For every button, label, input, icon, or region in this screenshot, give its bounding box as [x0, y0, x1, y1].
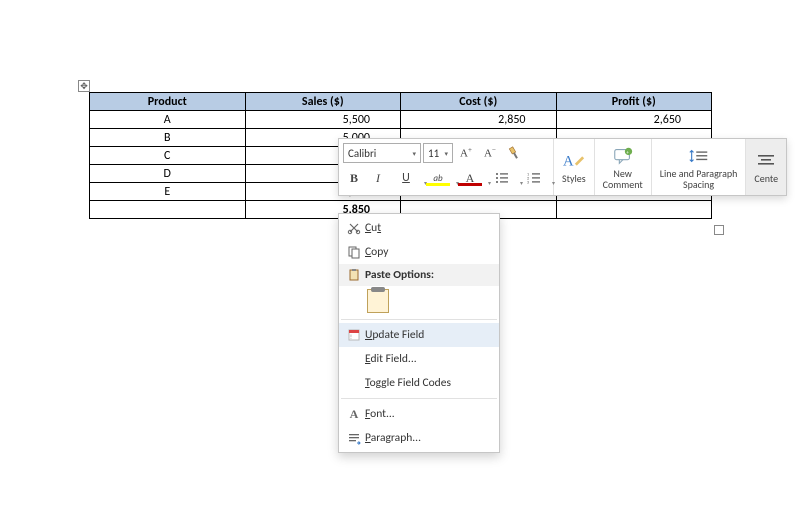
table-resize-handle[interactable] [714, 225, 724, 235]
cell-empty[interactable] [90, 201, 246, 219]
col-header-cost[interactable]: Cost ($) [401, 93, 557, 111]
context-menu: Cut Cut Copy Copy Paste Options: ! Updat… [338, 213, 500, 453]
update-field-icon: ! [343, 326, 365, 344]
line-spacing-icon [688, 145, 710, 167]
cell-product[interactable]: A [90, 111, 246, 129]
numbering-icon: 123 [527, 172, 541, 184]
underline-icon: U [402, 171, 410, 185]
paste-keep-source-button[interactable] [367, 289, 389, 313]
menu-paste-options-header: Paste Options: [339, 264, 499, 286]
cell-empty[interactable] [556, 201, 712, 219]
menu-separator [341, 398, 497, 399]
mini-toolbar-main: Calibri ▾ 11 ▾ A+ A− B I U [339, 139, 554, 195]
font-color-swatch [458, 183, 482, 186]
decrease-font-icon: A− [484, 146, 496, 160]
new-comment-icon: + [612, 145, 634, 167]
col-header-sales[interactable]: Sales ($) [245, 93, 401, 111]
numbering-button[interactable]: 123 ▾ [519, 167, 549, 189]
menu-toggle-field-codes[interactable]: Toggle Field Codes Toggle Field Codes [339, 371, 499, 395]
menu-label: Paste Options: [365, 268, 434, 282]
bullets-icon [495, 172, 509, 184]
bullets-button[interactable]: ▾ [487, 167, 517, 189]
table-move-handle[interactable] [78, 80, 90, 92]
blank-icon [343, 374, 365, 392]
menu-font[interactable]: A Font... Font... [339, 402, 499, 426]
format-painter-icon [504, 143, 523, 162]
col-header-product[interactable]: Product [90, 93, 246, 111]
styles-icon: A [563, 150, 585, 172]
menu-label: Paragraph... [365, 431, 421, 445]
highlight-color-swatch [426, 183, 450, 186]
chevron-down-icon: ▾ [444, 149, 448, 158]
menu-copy[interactable]: Copy Copy [339, 240, 499, 264]
align-center-icon [755, 150, 777, 172]
cell-profit[interactable]: 2,650 [556, 111, 712, 129]
decrease-font-button[interactable]: A− [479, 142, 501, 164]
chevron-down-icon: ▾ [552, 179, 555, 187]
svg-text:+: + [626, 149, 629, 155]
format-painter-button[interactable] [503, 142, 525, 164]
cut-icon [343, 219, 365, 237]
highlight-icon: ab [433, 173, 442, 184]
menu-label: Font... [365, 407, 395, 421]
menu-cut[interactable]: Cut Cut [339, 216, 499, 240]
font-icon: A [343, 405, 365, 423]
font-name-value: Calibri [348, 147, 376, 160]
copy-icon [343, 243, 365, 261]
italic-button[interactable]: I [367, 167, 389, 189]
menu-update-field[interactable]: ! Update Field Update Field [339, 323, 499, 347]
blank-icon [343, 350, 365, 368]
table-row[interactable]: A 5,500 2,850 2,650 [90, 111, 712, 129]
styles-label: Styles [562, 173, 586, 184]
chevron-down-icon: ▾ [412, 149, 416, 158]
cell-sales[interactable]: 5,500 [245, 111, 401, 129]
italic-icon: I [376, 171, 380, 186]
styles-button[interactable]: A Styles [554, 139, 595, 195]
line-spacing-label: Line and ParagraphSpacing [660, 168, 738, 190]
clipboard-icon [343, 266, 365, 284]
font-name-select[interactable]: Calibri ▾ [343, 143, 421, 163]
cell-product[interactable]: D [90, 165, 246, 183]
menu-label: Cut [365, 221, 381, 235]
menu-paragraph[interactable]: Paragraph... Paragraph... [339, 426, 499, 450]
increase-font-button[interactable]: A+ [455, 142, 477, 164]
menu-separator [341, 319, 497, 320]
svg-text:A: A [563, 154, 574, 170]
table-header-row: Product Sales ($) Cost ($) Profit ($) [90, 93, 712, 111]
menu-label: Edit Field... [365, 352, 417, 366]
center-label: Cente [754, 173, 778, 184]
menu-label: Toggle Field Codes [365, 376, 451, 390]
cell-cost[interactable]: 2,850 [401, 111, 557, 129]
menu-label: Update Field [365, 328, 424, 342]
mini-toolbar: Calibri ▾ 11 ▾ A+ A− B I U [338, 138, 787, 196]
cell-product[interactable]: B [90, 129, 246, 147]
font-color-button[interactable]: A ▾ [455, 167, 485, 189]
svg-text:!: ! [350, 333, 352, 341]
highlight-button[interactable]: ab ▾ [423, 167, 453, 189]
col-header-profit[interactable]: Profit ($) [556, 93, 712, 111]
menu-label: Copy [365, 245, 388, 259]
menu-edit-field[interactable]: Edit Field... Edit Field... [339, 347, 499, 371]
svg-text:3: 3 [527, 181, 529, 185]
underline-button[interactable]: U ▾ [391, 167, 421, 189]
bold-button[interactable]: B [343, 167, 365, 189]
paste-option-row [339, 286, 499, 316]
new-comment-label: NewComment [603, 168, 643, 190]
bold-icon: B [350, 171, 358, 186]
font-size-select[interactable]: 11 ▾ [423, 143, 453, 163]
cell-product[interactable]: C [90, 147, 246, 165]
increase-font-icon: A+ [460, 146, 472, 160]
center-button[interactable]: Cente [746, 139, 786, 195]
new-comment-button[interactable]: + NewComment [595, 139, 652, 195]
line-paragraph-spacing-button[interactable]: Line and ParagraphSpacing [652, 139, 747, 195]
cell-product[interactable]: E [90, 183, 246, 201]
font-size-value: 11 [428, 147, 439, 160]
paragraph-icon [343, 429, 365, 447]
